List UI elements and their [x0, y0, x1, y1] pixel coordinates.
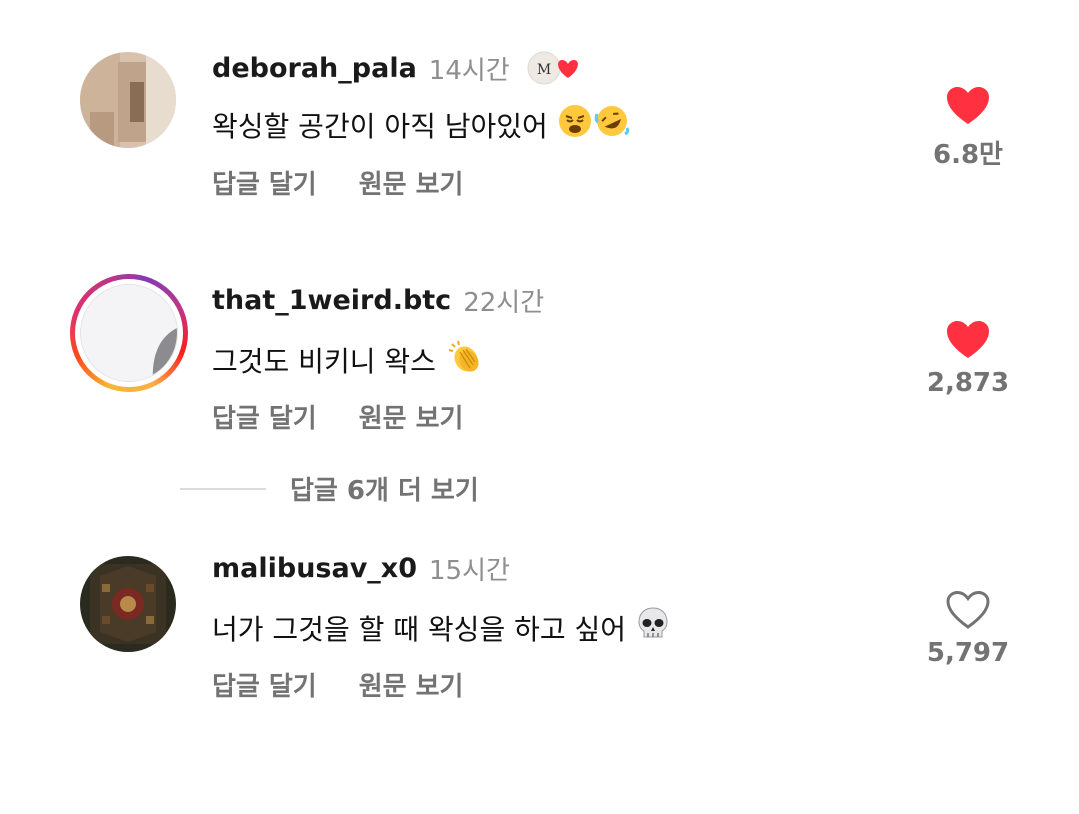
username[interactable]: that_1weird.btc: [212, 285, 451, 316]
clapping-hands-emoji: [446, 338, 482, 381]
comment-time: 14시간: [428, 55, 510, 86]
heart-outline-icon[interactable]: [946, 590, 990, 630]
see-original-button[interactable]: 원문 보기: [359, 666, 464, 703]
reply-button[interactable]: 답글 달기: [212, 398, 317, 435]
weary-face-emoji: [558, 104, 592, 145]
divider-line: [180, 487, 266, 490]
reply-button[interactable]: 답글 달기: [212, 164, 317, 201]
username[interactable]: deborah_pala: [212, 53, 417, 84]
svg-text:M: M: [537, 62, 551, 78]
view-more-replies[interactable]: 답글 6개 더 보기: [180, 470, 479, 507]
creator-liked-badge: M: [524, 50, 584, 86]
heart-filled-icon[interactable]: [946, 320, 990, 360]
avatar-story-ring[interactable]: [70, 274, 188, 392]
like-count: 2,873: [926, 368, 1010, 398]
avatar[interactable]: [80, 52, 176, 148]
avatar: [80, 284, 178, 382]
rolling-on-floor-laughing-emoji: [594, 104, 630, 145]
comment-time: 22시간: [463, 287, 545, 318]
comment-time: 15시간: [429, 555, 510, 586]
reply-button[interactable]: 답글 달기: [212, 666, 317, 703]
see-original-button[interactable]: 원문 보기: [359, 398, 464, 435]
view-more-replies-label[interactable]: 답글 6개 더 보기: [290, 470, 479, 507]
comment-text: 왁싱할 공간이 아직 남아있어: [212, 109, 548, 143]
see-original-button[interactable]: 원문 보기: [359, 164, 464, 201]
comment-text: 너가 그것을 할 때 왁싱을 하고 싶어: [212, 612, 627, 646]
like-count: 5,797: [926, 638, 1010, 668]
username[interactable]: malibusav_x0: [212, 553, 417, 584]
skull-emoji: [636, 606, 670, 649]
avatar[interactable]: [80, 556, 176, 652]
comment-text: 그것도 비키니 왁스: [212, 344, 436, 378]
heart-filled-icon[interactable]: [946, 86, 990, 126]
like-count: 6.8만: [933, 140, 1003, 170]
